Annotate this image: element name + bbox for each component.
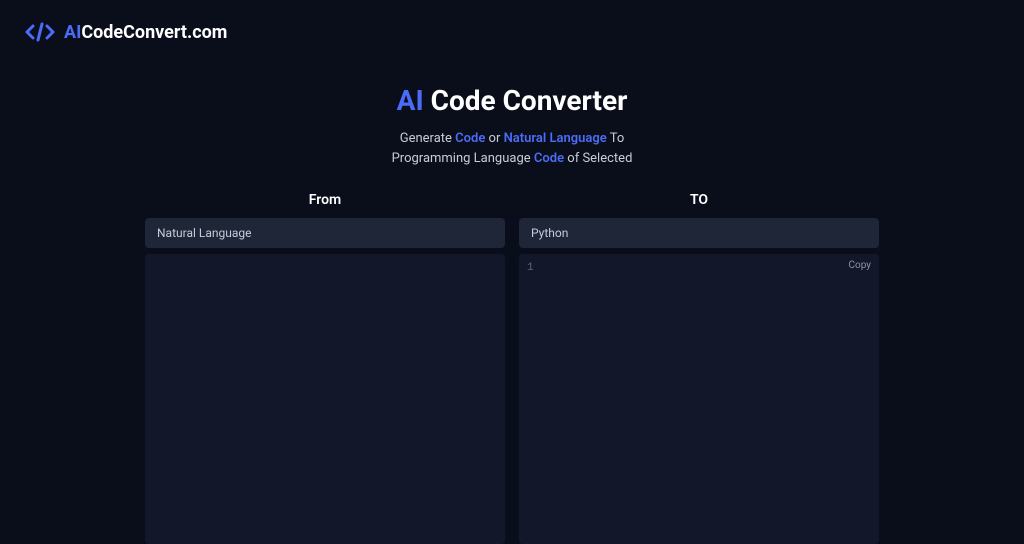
page-subtitle: Generate Code or Natural Language To Pro…	[0, 129, 1024, 168]
page-title: AI Code Converter	[0, 84, 1024, 117]
from-language-select[interactable]: Natural Language	[145, 218, 505, 248]
subtitle-line-2: Programming Language Code of Selected	[0, 149, 1024, 169]
hero-section: AI Code Converter Generate Code or Natur…	[0, 84, 1024, 168]
logo-code-icon	[24, 20, 56, 44]
to-label: TO	[519, 192, 879, 208]
to-column: TO Python 1 Copy	[519, 192, 879, 544]
converter-container: From Natural Language TO Python 1 Copy	[0, 192, 1024, 544]
header: AICodeConvert.com	[0, 0, 1024, 64]
from-label: From	[145, 192, 505, 208]
from-input-area[interactable]	[145, 254, 505, 544]
to-code-area[interactable]: 1 Copy	[519, 254, 879, 544]
subtitle-code2-highlight: Code	[534, 151, 564, 166]
to-code-wrapper: 1 Copy	[519, 254, 879, 544]
title-ai-highlight: AI	[397, 84, 424, 117]
logo-text[interactable]: AICodeConvert.com	[64, 22, 227, 43]
to-language-select[interactable]: Python	[519, 218, 879, 248]
from-column: From Natural Language	[145, 192, 505, 544]
subtitle-nl-highlight: Natural Language	[504, 131, 607, 146]
subtitle-code-highlight: Code	[455, 131, 485, 146]
line-number: 1	[527, 262, 534, 274]
logo-domain: CodeConvert.com	[81, 22, 227, 43]
title-rest: Code Converter	[424, 84, 628, 117]
copy-button[interactable]: Copy	[848, 260, 871, 271]
subtitle-line-1: Generate Code or Natural Language To	[0, 129, 1024, 149]
logo-ai-prefix: AI	[64, 22, 81, 43]
